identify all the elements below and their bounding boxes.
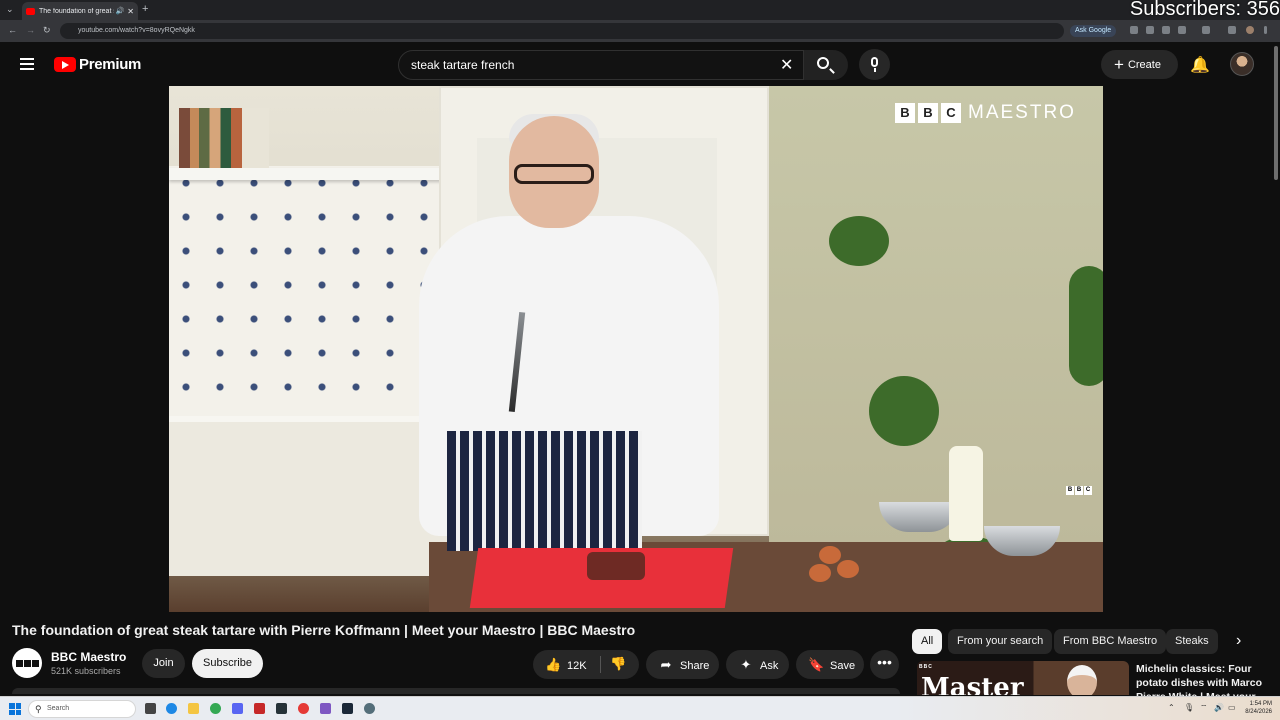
- voice-search-button[interactable]: [859, 49, 890, 80]
- clock-time: 1:54 PM: [1249, 701, 1272, 707]
- tray-chevron-icon[interactable]: ⌃: [1168, 703, 1175, 712]
- account-avatar[interactable]: [1230, 52, 1254, 76]
- zoom-icon[interactable]: [1130, 26, 1138, 34]
- app-globe-icon[interactable]: [364, 703, 375, 714]
- sparkle-icon: ✦: [740, 657, 752, 672]
- channel-subscriber-count: 521K subscribers: [51, 666, 121, 676]
- file-explorer-icon[interactable]: [188, 703, 199, 714]
- browser-menu-icon[interactable]: [1264, 26, 1267, 34]
- like-count: 12K: [567, 660, 587, 672]
- browser-toolbar: ← → ↻ youtube.com/watch?v=8ovyRQeNgkk As…: [0, 20, 1280, 42]
- bookmark-star-icon[interactable]: [1178, 26, 1186, 34]
- thumbs-up-icon: 👍: [545, 657, 562, 672]
- clear-search-icon[interactable]: ✕: [780, 55, 793, 75]
- chip-from-bbc-maestro[interactable]: From BBC Maestro: [1054, 629, 1167, 654]
- url-text: youtube.com/watch?v=8ovyRQeNgkk: [78, 27, 195, 34]
- cast-icon[interactable]: [1228, 26, 1236, 34]
- browser-tab[interactable]: The foundation of great steak tartare wi…: [22, 2, 138, 20]
- search-button[interactable]: [804, 50, 848, 80]
- description-box[interactable]: [12, 688, 900, 694]
- taskbar-search-input[interactable]: Search: [28, 700, 136, 718]
- extensions-icon[interactable]: [1202, 26, 1210, 34]
- new-tab-button[interactable]: +: [142, 3, 148, 15]
- youtube-header: Premium steak tartare french ✕ + Create 🔔: [0, 42, 1280, 86]
- address-bar[interactable]: youtube.com/watch?v=8ovyRQeNgkk: [60, 23, 1064, 39]
- task-view-icon[interactable]: [145, 703, 156, 714]
- channel-name[interactable]: BBC Maestro: [51, 650, 126, 664]
- channel-avatar[interactable]: [12, 648, 42, 678]
- windows-taskbar: Search ⌃ 🎙 ⌔ 🔊 ▭ 1:54 PM 8/24/2026: [0, 696, 1280, 720]
- battery-icon[interactable]: ▭: [1228, 703, 1236, 712]
- more-actions-button[interactable]: •••: [870, 650, 899, 679]
- microphone-icon: [871, 57, 878, 67]
- youtube-favicon-icon: [26, 7, 35, 15]
- app-red-icon[interactable]: [254, 703, 265, 714]
- bbc-maestro-watermark: B B C MAESTRO: [895, 102, 1076, 124]
- terminal-icon[interactable]: [276, 703, 287, 714]
- clock-date: 8/24/2026: [1245, 709, 1272, 715]
- create-label: Create: [1127, 59, 1161, 71]
- reload-icon[interactable]: ↻: [43, 25, 51, 36]
- ask-google-button[interactable]: Ask Google: [1070, 25, 1117, 37]
- chip-steaks[interactable]: Steaks: [1166, 629, 1218, 654]
- dislike-button[interactable]: 👎: [610, 656, 626, 672]
- thumbs-down-icon: 👎: [610, 656, 627, 671]
- hamburger-menu-icon[interactable]: [20, 58, 34, 73]
- wifi-icon[interactable]: ⌔: [1200, 703, 1208, 713]
- search-icon: [817, 57, 829, 69]
- microphone-tray-icon[interactable]: 🎙: [1184, 703, 1194, 712]
- subscriber-counter-overlay: Subscribers: 356: [1129, 0, 1280, 20]
- share-arrow-icon: ➦: [660, 657, 672, 672]
- bookmark-icon: 🔖: [808, 657, 825, 672]
- search-input[interactable]: steak tartare french: [398, 50, 804, 80]
- calculator-icon[interactable]: [320, 703, 331, 714]
- discord-icon[interactable]: [232, 703, 243, 714]
- join-button[interactable]: Join: [142, 649, 185, 678]
- youtube-logo-icon[interactable]: [54, 57, 76, 72]
- app-ball-icon[interactable]: [298, 703, 309, 714]
- subscribe-button[interactable]: Subscribe: [192, 649, 263, 678]
- profile-avatar-icon[interactable]: [1246, 26, 1254, 34]
- create-button[interactable]: + Create: [1101, 50, 1178, 79]
- chrome-icon[interactable]: [210, 703, 221, 714]
- edge-icon[interactable]: [166, 703, 177, 714]
- recommended-thumbnail[interactable]: BBC Master: [917, 661, 1129, 695]
- eye-icon[interactable]: [1162, 26, 1170, 34]
- share-button[interactable]: ➦ Share: [646, 650, 719, 679]
- back-arrow-icon[interactable]: ←: [8, 25, 17, 35]
- forward-arrow-icon[interactable]: →: [26, 25, 35, 35]
- youtube-premium-logo[interactable]: Premium: [79, 56, 141, 73]
- notifications-bell-icon[interactable]: 🔔: [1190, 55, 1210, 75]
- save-button[interactable]: 🔖 Save: [796, 650, 864, 679]
- steam-icon[interactable]: [342, 703, 353, 714]
- windows-start-icon[interactable]: [9, 703, 21, 715]
- volume-icon[interactable]: 🔊: [1214, 703, 1224, 712]
- chip-all[interactable]: All: [912, 629, 943, 654]
- tab-close-icon[interactable]: ✕: [127, 7, 134, 16]
- taskbar-clock[interactable]: 1:54 PM 8/24/2026: [1240, 700, 1272, 716]
- chips-next-chevron-icon[interactable]: ›: [1236, 632, 1241, 650]
- scrollbar-thumb[interactable]: [1274, 46, 1278, 180]
- chip-from-your-search[interactable]: From your search: [948, 629, 1053, 654]
- browser-tab-title: The foundation of great steak tartare wi…: [39, 7, 114, 15]
- tab-search-chevron-icon[interactable]: ⌄: [6, 4, 14, 15]
- share-page-icon[interactable]: [1146, 26, 1154, 34]
- video-player[interactable]: B B C MAESTRO: [169, 86, 1103, 612]
- browser-tab-bar: ⌄ The foundation of great steak tartare …: [0, 0, 1280, 20]
- ask-button[interactable]: ✦ Ask: [726, 650, 789, 679]
- bbc-corner-logo: BBC: [1066, 486, 1092, 495]
- speaker-icon[interactable]: 🔊: [116, 7, 125, 15]
- video-title: The foundation of great steak tartare wi…: [12, 622, 636, 638]
- recommended-video-title[interactable]: Michelin classics: Four potato dishes wi…: [1136, 662, 1266, 696]
- plus-icon: +: [1114, 55, 1124, 74]
